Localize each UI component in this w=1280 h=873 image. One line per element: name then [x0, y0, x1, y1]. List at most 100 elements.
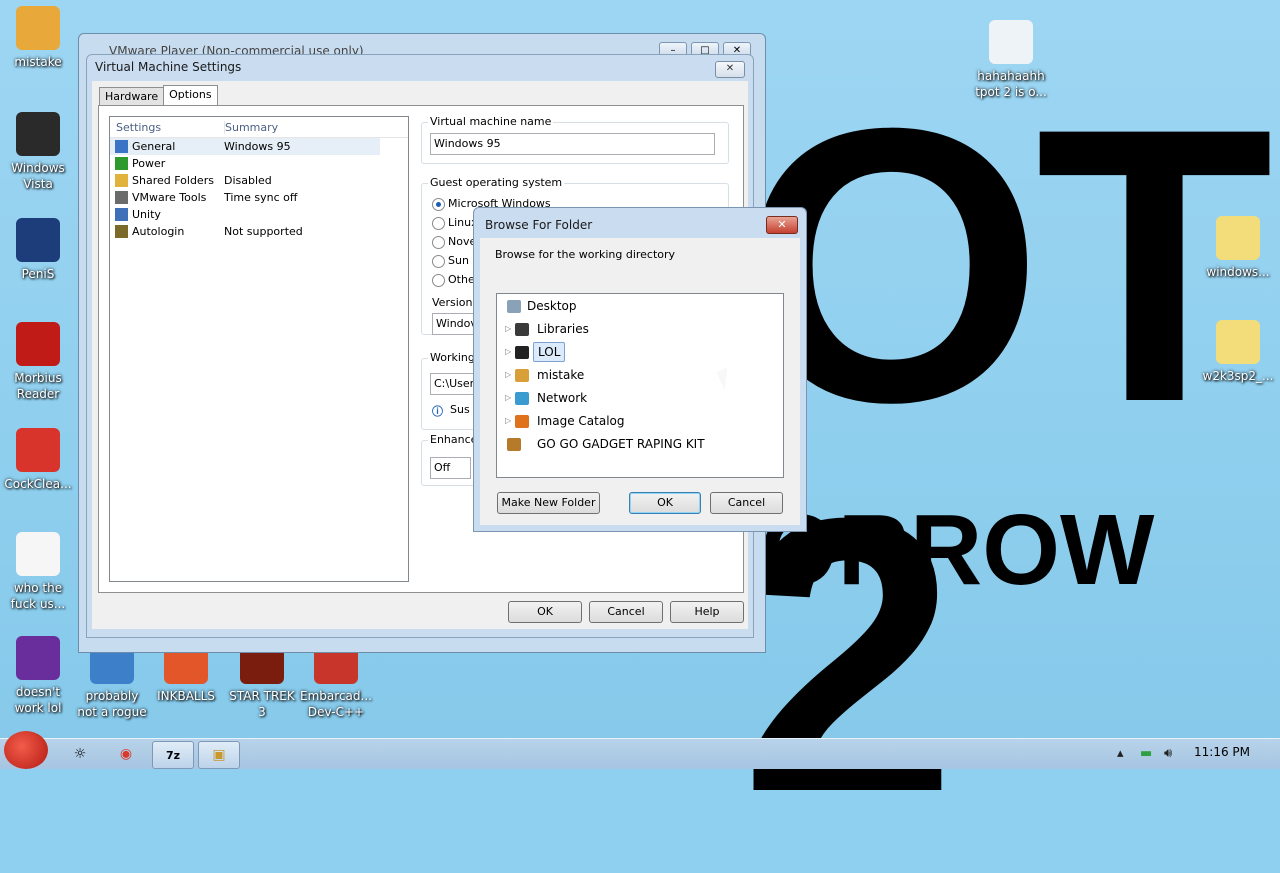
setting-name: Shared Folders — [132, 174, 214, 187]
desktop-icon-label: Windows Vista — [11, 161, 65, 191]
setting-name: Unity — [132, 208, 161, 221]
expand-arrow-icon[interactable]: ▷ — [505, 342, 511, 362]
setting-summary: Windows 95 — [224, 140, 291, 153]
tab-hardware[interactable]: Hardware — [99, 87, 165, 107]
network-icon — [515, 392, 529, 405]
libraries-icon — [515, 323, 529, 336]
desktop-icon-label: hahahaahh tpot 2 is o... — [975, 69, 1047, 99]
user-folder-icon — [515, 346, 529, 359]
tree-node[interactable]: ▷ Network — [497, 388, 781, 408]
settings-row[interactable]: Power — [110, 155, 408, 172]
setting-icon — [115, 191, 128, 204]
tree-node[interactable]: ▷ Libraries — [497, 319, 781, 339]
tree-node[interactable]: Desktop — [497, 296, 781, 316]
vm-name-input[interactable]: Windows 95 — [430, 133, 715, 155]
tree-node[interactable]: GO GO GADGET RAPING KIT — [497, 434, 781, 454]
photoshop-icon — [16, 218, 60, 262]
guest-os-radio[interactable] — [432, 217, 445, 230]
guest-os-radio-label: Nove — [448, 235, 477, 248]
tab-options[interactable]: Options — [163, 85, 218, 106]
column-header-summary[interactable]: Summary — [224, 121, 278, 134]
image-catalog-icon — [515, 415, 529, 428]
desktop-icon[interactable]: CockClea... — [0, 428, 76, 492]
taskbar-vmware-icon[interactable]: ▣ — [198, 741, 240, 769]
tpot-doc-icon — [989, 20, 1033, 64]
guest-os-radio[interactable] — [432, 274, 445, 287]
browse-close-button[interactable]: ✕ — [766, 216, 798, 234]
settings-row[interactable]: Shared Folders Disabled — [110, 172, 408, 189]
expand-arrow-icon[interactable]: ▷ — [505, 388, 511, 408]
folder-tree[interactable]: Desktop ▷ Libraries ▷ LOL ▷ mistake ▷ Network ▷ Im… — [496, 293, 784, 478]
desktop-icon-label: INKBALLS — [157, 689, 215, 703]
iso-file-icon — [1216, 216, 1260, 260]
desktop-icon[interactable]: Windows Vista — [0, 112, 76, 192]
settings-row[interactable]: General Windows 95 — [110, 138, 380, 155]
version-select[interactable]: Windov — [432, 313, 477, 335]
start-button[interactable] — [4, 731, 48, 769]
taskbar-explorer-icon[interactable]: ☼ — [60, 741, 100, 767]
tree-node-label: Image Catalog — [537, 414, 625, 428]
desktop-icon[interactable]: PeniS — [0, 218, 76, 282]
desktop-icon[interactable]: windows... — [1200, 216, 1276, 280]
desktop-icon-label: Embarcad... Dev-C++ — [300, 689, 372, 719]
desktop-icon[interactable]: mistake — [0, 6, 76, 70]
browse-ok-button[interactable]: OK — [629, 492, 701, 514]
setting-name: VMware Tools — [132, 191, 207, 204]
setting-name: General — [132, 140, 176, 153]
folder-user-icon — [16, 6, 60, 50]
taskbar-chrome-icon[interactable]: ◉ — [106, 741, 146, 767]
desktop-icon-label: CockClea... — [4, 477, 72, 491]
taskbar-7zip-icon[interactable]: 7z — [152, 741, 194, 769]
settings-list-header: Settings Summary — [110, 117, 408, 138]
setting-summary: Time sync off — [224, 191, 298, 204]
guest-os-label: Guest operating system — [428, 176, 565, 189]
user-folder-icon — [515, 369, 529, 382]
taskbar-clock[interactable]: 11:16 PM — [1194, 745, 1250, 759]
setting-icon — [115, 225, 128, 238]
taskbar: ☼ ◉ 7z ▣ ▴ ▬ 🔊︎ 11:16 PM — [0, 731, 1280, 769]
tree-node-label: mistake — [537, 368, 585, 382]
vm-help-button[interactable]: Help — [670, 601, 744, 623]
vm-cancel-button[interactable]: Cancel — [589, 601, 663, 623]
setting-name: Autologin — [132, 225, 185, 238]
guest-os-radio-label: Othe — [448, 273, 475, 286]
desktop-icon[interactable]: who the fuck us... — [0, 532, 76, 612]
settings-list: Settings Summary General Windows 95 Power S… — [109, 116, 409, 582]
desktop-icon[interactable]: doesn't work lol — [0, 636, 76, 716]
tree-node[interactable]: ▷ LOL — [497, 342, 781, 362]
info-text: Sus — [450, 403, 470, 416]
desktop-icon-label: who the fuck us... — [10, 581, 66, 611]
expand-arrow-icon[interactable]: ▷ — [505, 411, 511, 431]
setting-icon — [115, 140, 128, 153]
guest-os-radio[interactable] — [432, 255, 445, 268]
desktop-icon[interactable]: Morbius Reader — [0, 322, 76, 402]
desktop-icon[interactable]: w2k3sp2_... — [1200, 320, 1276, 384]
desktop-icon-label: windows... — [1206, 265, 1270, 279]
tray-volume-icon[interactable]: 🔊︎ — [1164, 746, 1172, 761]
guest-os-radio[interactable] — [432, 236, 445, 249]
tray-arrow-icon[interactable]: ▴ — [1117, 746, 1124, 761]
settings-row[interactable]: Autologin Not supported — [110, 223, 408, 240]
guest-os-radio[interactable] — [432, 198, 445, 211]
browse-cancel-button[interactable]: Cancel — [710, 492, 783, 514]
vm-settings-close-button[interactable]: ✕ — [715, 61, 745, 78]
expand-arrow-icon[interactable]: ▷ — [505, 319, 511, 339]
settings-row[interactable]: Unity — [110, 206, 408, 223]
settings-row[interactable]: VMware Tools Time sync off — [110, 189, 408, 206]
enhanced-select[interactable]: Off — [430, 457, 471, 479]
make-new-folder-button[interactable]: Make New Folder — [497, 492, 600, 514]
tree-node[interactable]: ▷ mistake — [497, 365, 781, 385]
tree-node[interactable]: ▷ Image Catalog — [497, 411, 781, 431]
tray-battery-icon[interactable]: ▬ — [1140, 746, 1152, 761]
lightning-icon — [16, 532, 60, 576]
wallpaper-big-text: OT 2 — [740, 47, 1274, 873]
setting-icon — [115, 174, 128, 187]
desktop-icon[interactable]: hahahaahh tpot 2 is o... — [973, 20, 1049, 100]
vm-ok-button[interactable]: OK — [508, 601, 582, 623]
column-header-settings[interactable]: Settings — [116, 121, 161, 134]
desktop-icon — [507, 300, 521, 313]
expand-arrow-icon[interactable]: ▷ — [505, 365, 511, 385]
working-dir-input[interactable]: C:\User — [430, 373, 475, 395]
vm-name-label: Virtual machine name — [428, 115, 554, 128]
desktop-icon-label: STAR TREK 3 — [229, 689, 295, 719]
